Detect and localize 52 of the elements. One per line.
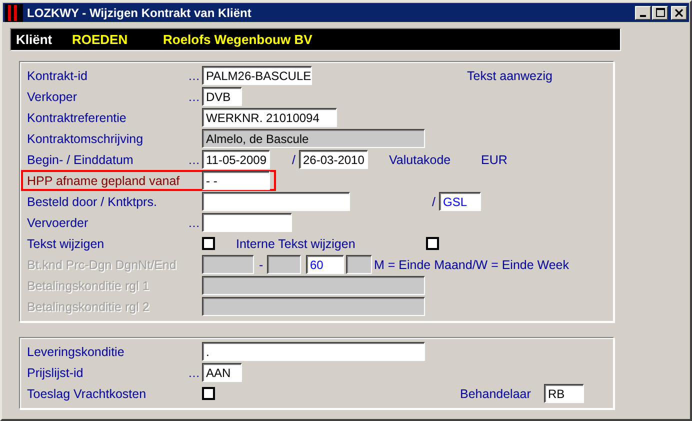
field-label: Tekst wijzigen xyxy=(27,236,106,250)
input-field[interactable]: DVB xyxy=(202,87,242,106)
lookup-marker[interactable]: … xyxy=(188,366,200,380)
input-field[interactable]: 26-03-2010 xyxy=(299,150,368,169)
input-field[interactable]: - - xyxy=(202,171,270,190)
field-label: Vervoerder xyxy=(27,216,90,230)
form-label: - xyxy=(259,258,264,272)
lookup-marker[interactable]: … xyxy=(188,68,200,82)
input-field[interactable]: AAN xyxy=(202,363,242,382)
input-field[interactable]: WERKNR. 21010094 xyxy=(202,108,337,127)
close-button[interactable] xyxy=(671,6,687,20)
client-name: Roelofs Wegenbouw BV xyxy=(163,32,312,47)
checkbox[interactable] xyxy=(202,237,215,250)
field-label: HPP afname gepland vanaf xyxy=(27,174,181,188)
close-icon xyxy=(675,8,683,16)
field-label: Leveringskonditie xyxy=(27,344,126,358)
input-field[interactable] xyxy=(202,213,292,232)
form-label: M = Einde Maand/W = Einde Week xyxy=(374,258,570,272)
input-field[interactable]: . xyxy=(202,342,425,361)
minimize-icon xyxy=(640,14,646,16)
field-label: Toeslag Vrachtkosten xyxy=(27,386,148,400)
input-field[interactable] xyxy=(202,192,350,211)
form-label: / xyxy=(292,152,296,166)
client-label: Kliënt xyxy=(16,32,54,47)
form-label: Interne Tekst wijzigen xyxy=(236,236,356,250)
app-icon xyxy=(5,4,23,22)
input-field[interactable]: GSL xyxy=(439,192,481,211)
minimize-button[interactable] xyxy=(635,6,651,20)
field-label: Prijslijst-id xyxy=(27,366,84,380)
form-label: Tekst aanwezig xyxy=(467,68,552,82)
client-code: ROEDEN xyxy=(72,32,129,47)
checkbox[interactable] xyxy=(426,237,439,250)
lookup-marker[interactable]: … xyxy=(188,90,200,104)
form-label: Valutakode xyxy=(389,152,451,166)
lookup-marker[interactable]: … xyxy=(188,152,200,166)
field-label: Begin- / Einddatum xyxy=(27,152,134,166)
window-title: LOZKWY - Wijzigen Kontrakt van Kliënt xyxy=(27,6,252,20)
maximize-icon xyxy=(656,8,664,17)
maximize-button[interactable] xyxy=(652,6,668,20)
field-label: Kontraktreferentie xyxy=(27,110,128,124)
input-field[interactable]: PALM26-BASCULE xyxy=(202,66,312,85)
field-label: Verkoper xyxy=(27,90,78,104)
lookup-marker[interactable]: … xyxy=(188,216,200,230)
field-label: Besteld door / Kntktprs. xyxy=(27,194,158,208)
input-field[interactable]: RB xyxy=(544,384,584,403)
field-label: Kontraktomschrijving xyxy=(27,132,144,146)
form-label: / xyxy=(432,194,436,208)
form-label: Behandelaar xyxy=(460,386,531,400)
field-label: Kontrakt-id xyxy=(27,68,88,82)
checkbox[interactable] xyxy=(202,387,215,400)
form-label: EUR xyxy=(481,152,508,166)
input-field[interactable]: 11-05-2009 xyxy=(202,150,270,169)
